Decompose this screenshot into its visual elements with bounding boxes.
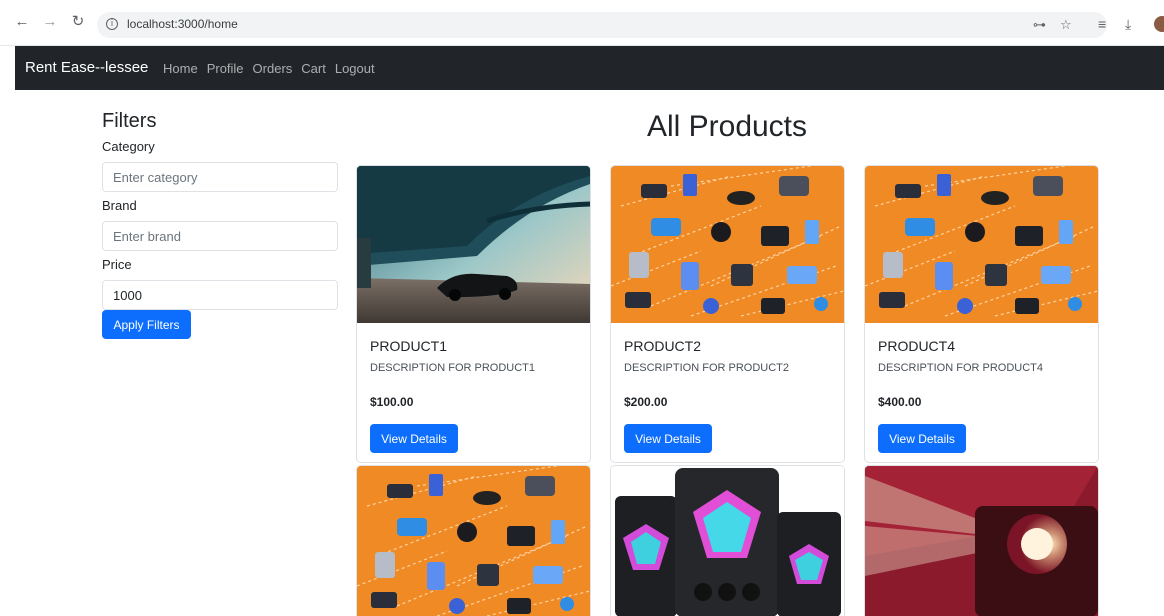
product-image-speakers[interactable] — [611, 466, 844, 616]
forward-arrow-icon[interactable]: → — [40, 12, 60, 32]
url-text[interactable]: localhost:3000/home — [127, 17, 238, 31]
product-card-4: PRODUCT4 DESCRIPTION FOR PRODUCT4 $400.0… — [864, 165, 1099, 463]
reading-list-icon[interactable]: ≡ — [1098, 16, 1106, 32]
product-card-1: PRODUCT1 DESCRIPTION FOR PRODUCT1 $100.0… — [356, 165, 591, 463]
download-icon[interactable]: ⤓ — [1125, 16, 1131, 32]
product-description: DESCRIPTION FOR PRODUCT4 — [878, 362, 1044, 374]
product-card-6 — [610, 465, 845, 616]
product-name: PRODUCT2 — [624, 338, 702, 354]
nav-link-profile[interactable]: Profile — [207, 61, 244, 76]
product-price: $400.00 — [878, 395, 922, 409]
category-input[interactable] — [102, 162, 338, 192]
view-details-button[interactable]: View Details — [878, 424, 966, 453]
product-card-2: PRODUCT2 DESCRIPTION FOR PRODUCT2 $200.0… — [610, 165, 845, 463]
nav-link-cart[interactable]: Cart — [301, 61, 326, 76]
nav-link-home[interactable]: Home — [163, 61, 198, 76]
product-name: PRODUCT1 — [370, 338, 448, 354]
product-image-car[interactable] — [357, 166, 590, 323]
nav-link-orders[interactable]: Orders — [253, 61, 293, 76]
brand-label: Brand — [102, 198, 137, 213]
reload-icon[interactable]: ↻ — [68, 12, 88, 32]
product-name: PRODUCT4 — [878, 338, 956, 354]
product-image-gadgets[interactable] — [865, 166, 1098, 323]
profile-avatar[interactable] — [1154, 16, 1164, 32]
app-navbar: Rent Ease--lessee Home Profile Orders Ca… — [15, 46, 1164, 90]
view-details-button[interactable]: View Details — [370, 424, 458, 453]
product-image-projector[interactable] — [865, 466, 1098, 616]
product-description: DESCRIPTION FOR PRODUCT2 — [624, 362, 790, 374]
brand-logo-text[interactable]: Rent Ease--lessee — [25, 59, 148, 76]
product-price: $100.00 — [370, 395, 414, 409]
filters-panel: Filters Category Brand Price Apply Filte… — [102, 110, 338, 339]
back-arrow-icon[interactable]: ← — [12, 12, 32, 32]
price-label: Price — [102, 257, 132, 272]
brand-input[interactable] — [102, 221, 338, 251]
product-description: DESCRIPTION FOR PRODUCT1 — [370, 362, 536, 374]
product-price: $200.00 — [624, 395, 668, 409]
product-card-5 — [356, 465, 591, 616]
price-input[interactable] — [102, 280, 338, 310]
product-image-gadgets[interactable] — [357, 466, 590, 616]
category-label: Category — [102, 139, 155, 154]
address-bar[interactable]: i localhost:3000/home — [97, 12, 1107, 38]
filters-title: Filters — [102, 110, 157, 132]
browser-toolbar: ← → ↻ i localhost:3000/home ⊶ ☆ ≡ ⤓ — [0, 0, 1164, 46]
password-key-icon[interactable]: ⊶ — [1033, 17, 1046, 33]
star-icon[interactable]: ☆ — [1060, 17, 1072, 33]
page-title: All Products — [646, 110, 808, 143]
nav-links: Home Profile Orders Cart Logout — [163, 61, 375, 76]
view-details-button[interactable]: View Details — [624, 424, 712, 453]
product-card-7 — [864, 465, 1099, 616]
nav-link-logout[interactable]: Logout — [335, 61, 375, 76]
info-icon[interactable]: i — [106, 18, 118, 30]
product-image-gadgets[interactable] — [611, 166, 844, 323]
apply-filters-button[interactable]: Apply Filters — [102, 310, 191, 339]
